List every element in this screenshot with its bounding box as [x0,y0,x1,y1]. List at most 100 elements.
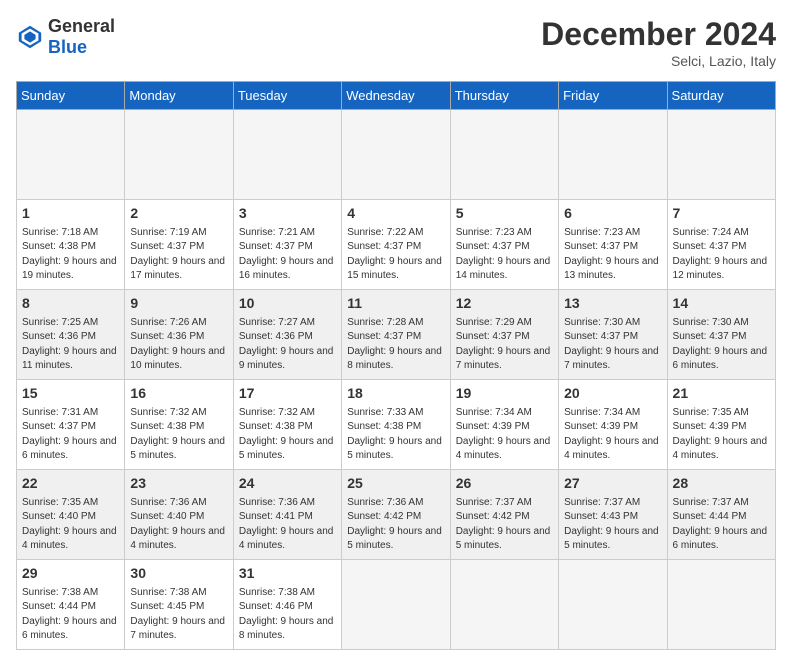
day-info: Sunrise: 7:22 AMSunset: 4:37 PMDaylight:… [347,226,444,284]
day-info: Sunrise: 7:38 AMSunset: 4:46 PMDaylight:… [239,586,336,644]
logo: General Blue [16,16,115,58]
day-info: Sunrise: 7:37 AMSunset: 4:42 PMDaylight:… [456,496,553,554]
day-number: 22 [22,474,119,494]
calendar-week-row [17,110,776,200]
calendar-week-row: 15Sunrise: 7:31 AMSunset: 4:37 PMDayligh… [17,380,776,470]
day-info: Sunrise: 7:25 AMSunset: 4:36 PMDaylight:… [22,316,119,374]
day-number: 15 [22,384,119,404]
day-number: 2 [130,204,227,224]
day-info: Sunrise: 7:19 AMSunset: 4:37 PMDaylight:… [130,226,227,284]
day-info: Sunrise: 7:31 AMSunset: 4:37 PMDaylight:… [22,406,119,464]
calendar-cell: 20Sunrise: 7:34 AMSunset: 4:39 PMDayligh… [559,380,667,470]
calendar-week-row: 22Sunrise: 7:35 AMSunset: 4:40 PMDayligh… [17,470,776,560]
header-wednesday: Wednesday [342,82,450,110]
day-info: Sunrise: 7:38 AMSunset: 4:44 PMDaylight:… [22,586,119,644]
day-number: 19 [456,384,553,404]
calendar-cell: 17Sunrise: 7:32 AMSunset: 4:38 PMDayligh… [233,380,341,470]
day-number: 3 [239,204,336,224]
calendar-cell: 27Sunrise: 7:37 AMSunset: 4:43 PMDayligh… [559,470,667,560]
day-number: 11 [347,294,444,314]
calendar-cell: 15Sunrise: 7:31 AMSunset: 4:37 PMDayligh… [17,380,125,470]
calendar-cell: 26Sunrise: 7:37 AMSunset: 4:42 PMDayligh… [450,470,558,560]
logo-blue: Blue [48,37,87,57]
title-section: December 2024 Selci, Lazio, Italy [541,16,776,69]
calendar-cell: 6Sunrise: 7:23 AMSunset: 4:37 PMDaylight… [559,200,667,290]
day-number: 29 [22,564,119,584]
day-number: 4 [347,204,444,224]
calendar-cell: 23Sunrise: 7:36 AMSunset: 4:40 PMDayligh… [125,470,233,560]
day-info: Sunrise: 7:27 AMSunset: 4:36 PMDaylight:… [239,316,336,374]
day-info: Sunrise: 7:30 AMSunset: 4:37 PMDaylight:… [564,316,661,374]
calendar-cell: 7Sunrise: 7:24 AMSunset: 4:37 PMDaylight… [667,200,775,290]
logo-text: General Blue [48,16,115,58]
day-info: Sunrise: 7:34 AMSunset: 4:39 PMDaylight:… [564,406,661,464]
calendar-cell [125,110,233,200]
day-info: Sunrise: 7:23 AMSunset: 4:37 PMDaylight:… [456,226,553,284]
calendar-cell: 18Sunrise: 7:33 AMSunset: 4:38 PMDayligh… [342,380,450,470]
calendar-cell [342,110,450,200]
calendar-cell: 12Sunrise: 7:29 AMSunset: 4:37 PMDayligh… [450,290,558,380]
day-info: Sunrise: 7:36 AMSunset: 4:41 PMDaylight:… [239,496,336,554]
calendar-cell: 4Sunrise: 7:22 AMSunset: 4:37 PMDaylight… [342,200,450,290]
calendar-cell [559,560,667,650]
day-info: Sunrise: 7:37 AMSunset: 4:43 PMDaylight:… [564,496,661,554]
calendar-cell: 30Sunrise: 7:38 AMSunset: 4:45 PMDayligh… [125,560,233,650]
calendar-cell: 31Sunrise: 7:38 AMSunset: 4:46 PMDayligh… [233,560,341,650]
day-number: 8 [22,294,119,314]
calendar-cell [667,110,775,200]
calendar-cell: 3Sunrise: 7:21 AMSunset: 4:37 PMDaylight… [233,200,341,290]
day-info: Sunrise: 7:21 AMSunset: 4:37 PMDaylight:… [239,226,336,284]
day-number: 12 [456,294,553,314]
day-info: Sunrise: 7:24 AMSunset: 4:37 PMDaylight:… [673,226,770,284]
day-number: 25 [347,474,444,494]
logo-icon [16,23,44,51]
calendar-cell: 9Sunrise: 7:26 AMSunset: 4:36 PMDaylight… [125,290,233,380]
day-info: Sunrise: 7:37 AMSunset: 4:44 PMDaylight:… [673,496,770,554]
day-number: 18 [347,384,444,404]
calendar-cell: 19Sunrise: 7:34 AMSunset: 4:39 PMDayligh… [450,380,558,470]
day-info: Sunrise: 7:38 AMSunset: 4:45 PMDaylight:… [130,586,227,644]
day-info: Sunrise: 7:28 AMSunset: 4:37 PMDaylight:… [347,316,444,374]
day-info: Sunrise: 7:35 AMSunset: 4:39 PMDaylight:… [673,406,770,464]
calendar-week-row: 29Sunrise: 7:38 AMSunset: 4:44 PMDayligh… [17,560,776,650]
calendar-cell: 29Sunrise: 7:38 AMSunset: 4:44 PMDayligh… [17,560,125,650]
day-info: Sunrise: 7:32 AMSunset: 4:38 PMDaylight:… [239,406,336,464]
logo-general: General [48,16,115,36]
header-thursday: Thursday [450,82,558,110]
header-saturday: Saturday [667,82,775,110]
calendar-cell: 1Sunrise: 7:18 AMSunset: 4:38 PMDaylight… [17,200,125,290]
header-monday: Monday [125,82,233,110]
calendar-cell [17,110,125,200]
day-number: 27 [564,474,661,494]
calendar-cell: 14Sunrise: 7:30 AMSunset: 4:37 PMDayligh… [667,290,775,380]
day-info: Sunrise: 7:36 AMSunset: 4:42 PMDaylight:… [347,496,444,554]
calendar-cell: 5Sunrise: 7:23 AMSunset: 4:37 PMDaylight… [450,200,558,290]
day-number: 1 [22,204,119,224]
calendar-cell [233,110,341,200]
day-number: 28 [673,474,770,494]
calendar-cell: 22Sunrise: 7:35 AMSunset: 4:40 PMDayligh… [17,470,125,560]
day-number: 23 [130,474,227,494]
calendar-cell [667,560,775,650]
calendar-cell: 13Sunrise: 7:30 AMSunset: 4:37 PMDayligh… [559,290,667,380]
day-number: 21 [673,384,770,404]
day-info: Sunrise: 7:29 AMSunset: 4:37 PMDaylight:… [456,316,553,374]
day-number: 20 [564,384,661,404]
day-number: 13 [564,294,661,314]
calendar-cell [559,110,667,200]
calendar-week-row: 1Sunrise: 7:18 AMSunset: 4:38 PMDaylight… [17,200,776,290]
day-number: 16 [130,384,227,404]
location-title: Selci, Lazio, Italy [541,53,776,69]
calendar-cell: 8Sunrise: 7:25 AMSunset: 4:36 PMDaylight… [17,290,125,380]
calendar-table: Sunday Monday Tuesday Wednesday Thursday… [16,81,776,650]
header-sunday: Sunday [17,82,125,110]
day-info: Sunrise: 7:23 AMSunset: 4:37 PMDaylight:… [564,226,661,284]
day-info: Sunrise: 7:26 AMSunset: 4:36 PMDaylight:… [130,316,227,374]
day-number: 9 [130,294,227,314]
calendar-week-row: 8Sunrise: 7:25 AMSunset: 4:36 PMDaylight… [17,290,776,380]
day-info: Sunrise: 7:35 AMSunset: 4:40 PMDaylight:… [22,496,119,554]
day-number: 7 [673,204,770,224]
day-info: Sunrise: 7:33 AMSunset: 4:38 PMDaylight:… [347,406,444,464]
day-number: 24 [239,474,336,494]
day-number: 6 [564,204,661,224]
